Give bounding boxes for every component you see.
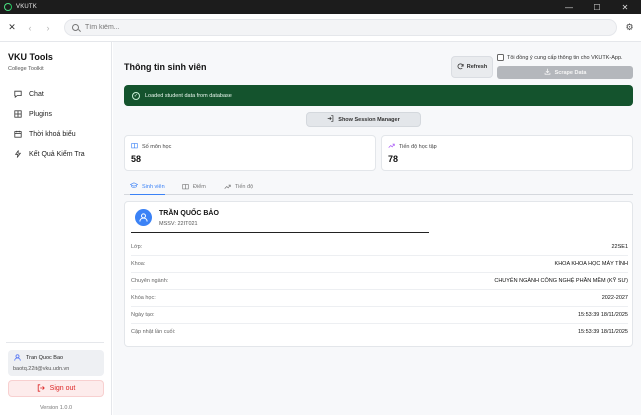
info-row-class: Lớp: 22SE1 [131, 239, 628, 256]
version-label: Version 1.0.0 [39, 405, 73, 411]
graduation-cap-icon [129, 182, 139, 191]
info-row-faculty: Khoa: KHOA KHOA HỌC MÁY TÍNH [131, 256, 628, 273]
info-key: Cập nhật lần cuối: [131, 329, 176, 335]
minimize-button[interactable]: — [556, 0, 582, 14]
show-session-manager-button[interactable]: Show Session Manager [306, 112, 421, 127]
app-title: VKUTK [16, 4, 38, 10]
info-key: Khoa: [131, 261, 146, 267]
info-row-updated: Cập nhật lần cuối: 15:53:39 18/11/2025 [131, 324, 628, 341]
activity-icon [13, 150, 23, 158]
avatar [135, 209, 152, 226]
user-card[interactable]: Tran Quoc Bao baotq.22it@vku.udn.vn [8, 350, 104, 376]
close-window-button[interactable]: ✕ [612, 0, 638, 14]
sidebar-item-plugins[interactable]: Plugins [6, 107, 106, 121]
tab-progress[interactable]: Tiến độ [224, 179, 253, 195]
navigation-bar: ✕ ‹ › ⚙ [0, 14, 641, 42]
refresh-label: Refresh [466, 64, 488, 70]
scrape-data-button[interactable]: Scrape Data [497, 66, 633, 79]
info-row-created: Ngày tạo: 15:53:39 18/11/2025 [131, 307, 628, 324]
sidebar-divider [6, 342, 104, 343]
stat-value: 78 [388, 154, 399, 164]
info-value: 15:53:39 18/11/2025 [577, 329, 628, 335]
app-logo-icon [4, 3, 12, 11]
main-content: Thông tin sinh viên Refresh Tôi đồng ý c… [113, 42, 641, 415]
stat-card-progress: Tiến độ học tập 78 [381, 135, 633, 171]
back-icon[interactable]: ‹ [24, 22, 36, 34]
user-icon [14, 354, 21, 363]
trending-up-icon [388, 142, 395, 151]
stat-label: Tiến độ học tập [399, 143, 437, 150]
info-value: 2022-2027 [601, 295, 628, 301]
search-icon [72, 24, 79, 31]
calendar-icon [13, 130, 23, 138]
brand-title: VKU Tools [8, 52, 53, 62]
user-email: baotq.22it@vku.udn.vn [13, 366, 70, 372]
log-out-icon [37, 383, 45, 394]
close-icon[interactable]: ✕ [6, 22, 18, 34]
sign-out-label: Sign out [49, 385, 76, 392]
tab-student[interactable]: Sinh viên [129, 179, 165, 195]
tab-label: Điểm [193, 184, 206, 190]
search-bar[interactable] [64, 19, 617, 36]
user-name: Tran Quoc Bao [26, 355, 64, 361]
scrape-data-label: Scrape Data [554, 69, 587, 76]
maximize-button[interactable]: ☐ [584, 0, 610, 14]
forward-icon[interactable]: › [42, 22, 54, 34]
search-input[interactable] [85, 24, 585, 31]
info-value: CHUYÊN NGÀNH CÔNG NGHỆ PHẦN MỀM (KỸ SƯ) [494, 278, 628, 284]
refresh-icon [457, 62, 464, 72]
info-key: Ngày tạo: [131, 312, 155, 318]
sidebar-item-results[interactable]: Kết Quả Kiểm Tra [6, 147, 106, 161]
page-title: Thông tin sinh viên [124, 62, 207, 72]
sign-out-button[interactable]: Sign out [8, 380, 104, 397]
consent-label: Tôi đồng ý cung cấp thông tin cho VKUTK-… [507, 54, 623, 61]
alert-message: Loaded student data from database [145, 92, 232, 99]
tab-label: Sinh viên [142, 183, 165, 190]
success-alert: ✓ Loaded student data from database [124, 85, 633, 106]
check-circle-icon: ✓ [132, 91, 140, 100]
grid-icon [13, 110, 23, 118]
brand-subtitle: College Toolkit [8, 66, 44, 72]
session-button-label: Show Session Manager [338, 116, 400, 123]
student-id: MSSV: 22IT021 [159, 221, 198, 227]
sidebar-item-label: Chat [29, 90, 44, 98]
log-in-icon [327, 115, 334, 124]
info-key: Khóa học: [131, 295, 156, 301]
sidebar-item-label: Plugins [29, 110, 52, 118]
card-divider [131, 232, 429, 233]
student-name: TRẦN QUỐC BẢO [159, 210, 219, 217]
download-icon [544, 68, 551, 77]
sidebar-item-timetable[interactable]: Thời khoá biểu [6, 127, 106, 141]
consent-checkbox[interactable] [497, 54, 504, 61]
tab-bar: Sinh viên Điểm Tiến độ [124, 179, 633, 195]
stat-label: Số môn học [142, 143, 172, 150]
refresh-button[interactable]: Refresh [451, 56, 493, 78]
info-value: 22SE1 [611, 244, 628, 250]
sidebar-item-label: Kết Quả Kiểm Tra [29, 150, 85, 158]
info-key: Lớp: [131, 244, 143, 250]
info-row-major: Chuyên ngành: CHUYÊN NGÀNH CÔNG NGHỆ PHẦ… [131, 273, 628, 290]
chat-icon [13, 90, 23, 98]
book-icon [131, 142, 138, 151]
tab-label: Tiến độ [235, 184, 254, 190]
info-row-course-year: Khóa học: 2022-2027 [131, 290, 628, 307]
student-info-card: TRẦN QUỐC BẢO MSSV: 22IT021 Lớp: 22SE1 K… [124, 201, 633, 347]
sidebar: VKU Tools College Toolkit Chat Plugins T… [0, 42, 112, 415]
sidebar-item-label: Thời khoá biểu [29, 130, 76, 138]
consent-checkbox-row[interactable]: Tôi đồng ý cung cấp thông tin cho VKUTK-… [497, 54, 623, 61]
stat-card-courses: Số môn học 58 [124, 135, 376, 171]
trending-up-icon [224, 183, 231, 192]
title-bar: VKUTK — ☐ ✕ [0, 0, 641, 14]
info-key: Chuyên ngành: [131, 278, 169, 284]
stat-value: 58 [131, 154, 142, 164]
book-open-icon [182, 183, 189, 192]
info-value: 15:53:39 18/11/2025 [577, 312, 628, 318]
sidebar-item-chat[interactable]: Chat [6, 87, 106, 101]
info-value: KHOA KHOA HỌC MÁY TÍNH [554, 261, 628, 267]
gear-icon[interactable]: ⚙ [624, 22, 635, 33]
tab-grades[interactable]: Điểm [182, 179, 206, 195]
